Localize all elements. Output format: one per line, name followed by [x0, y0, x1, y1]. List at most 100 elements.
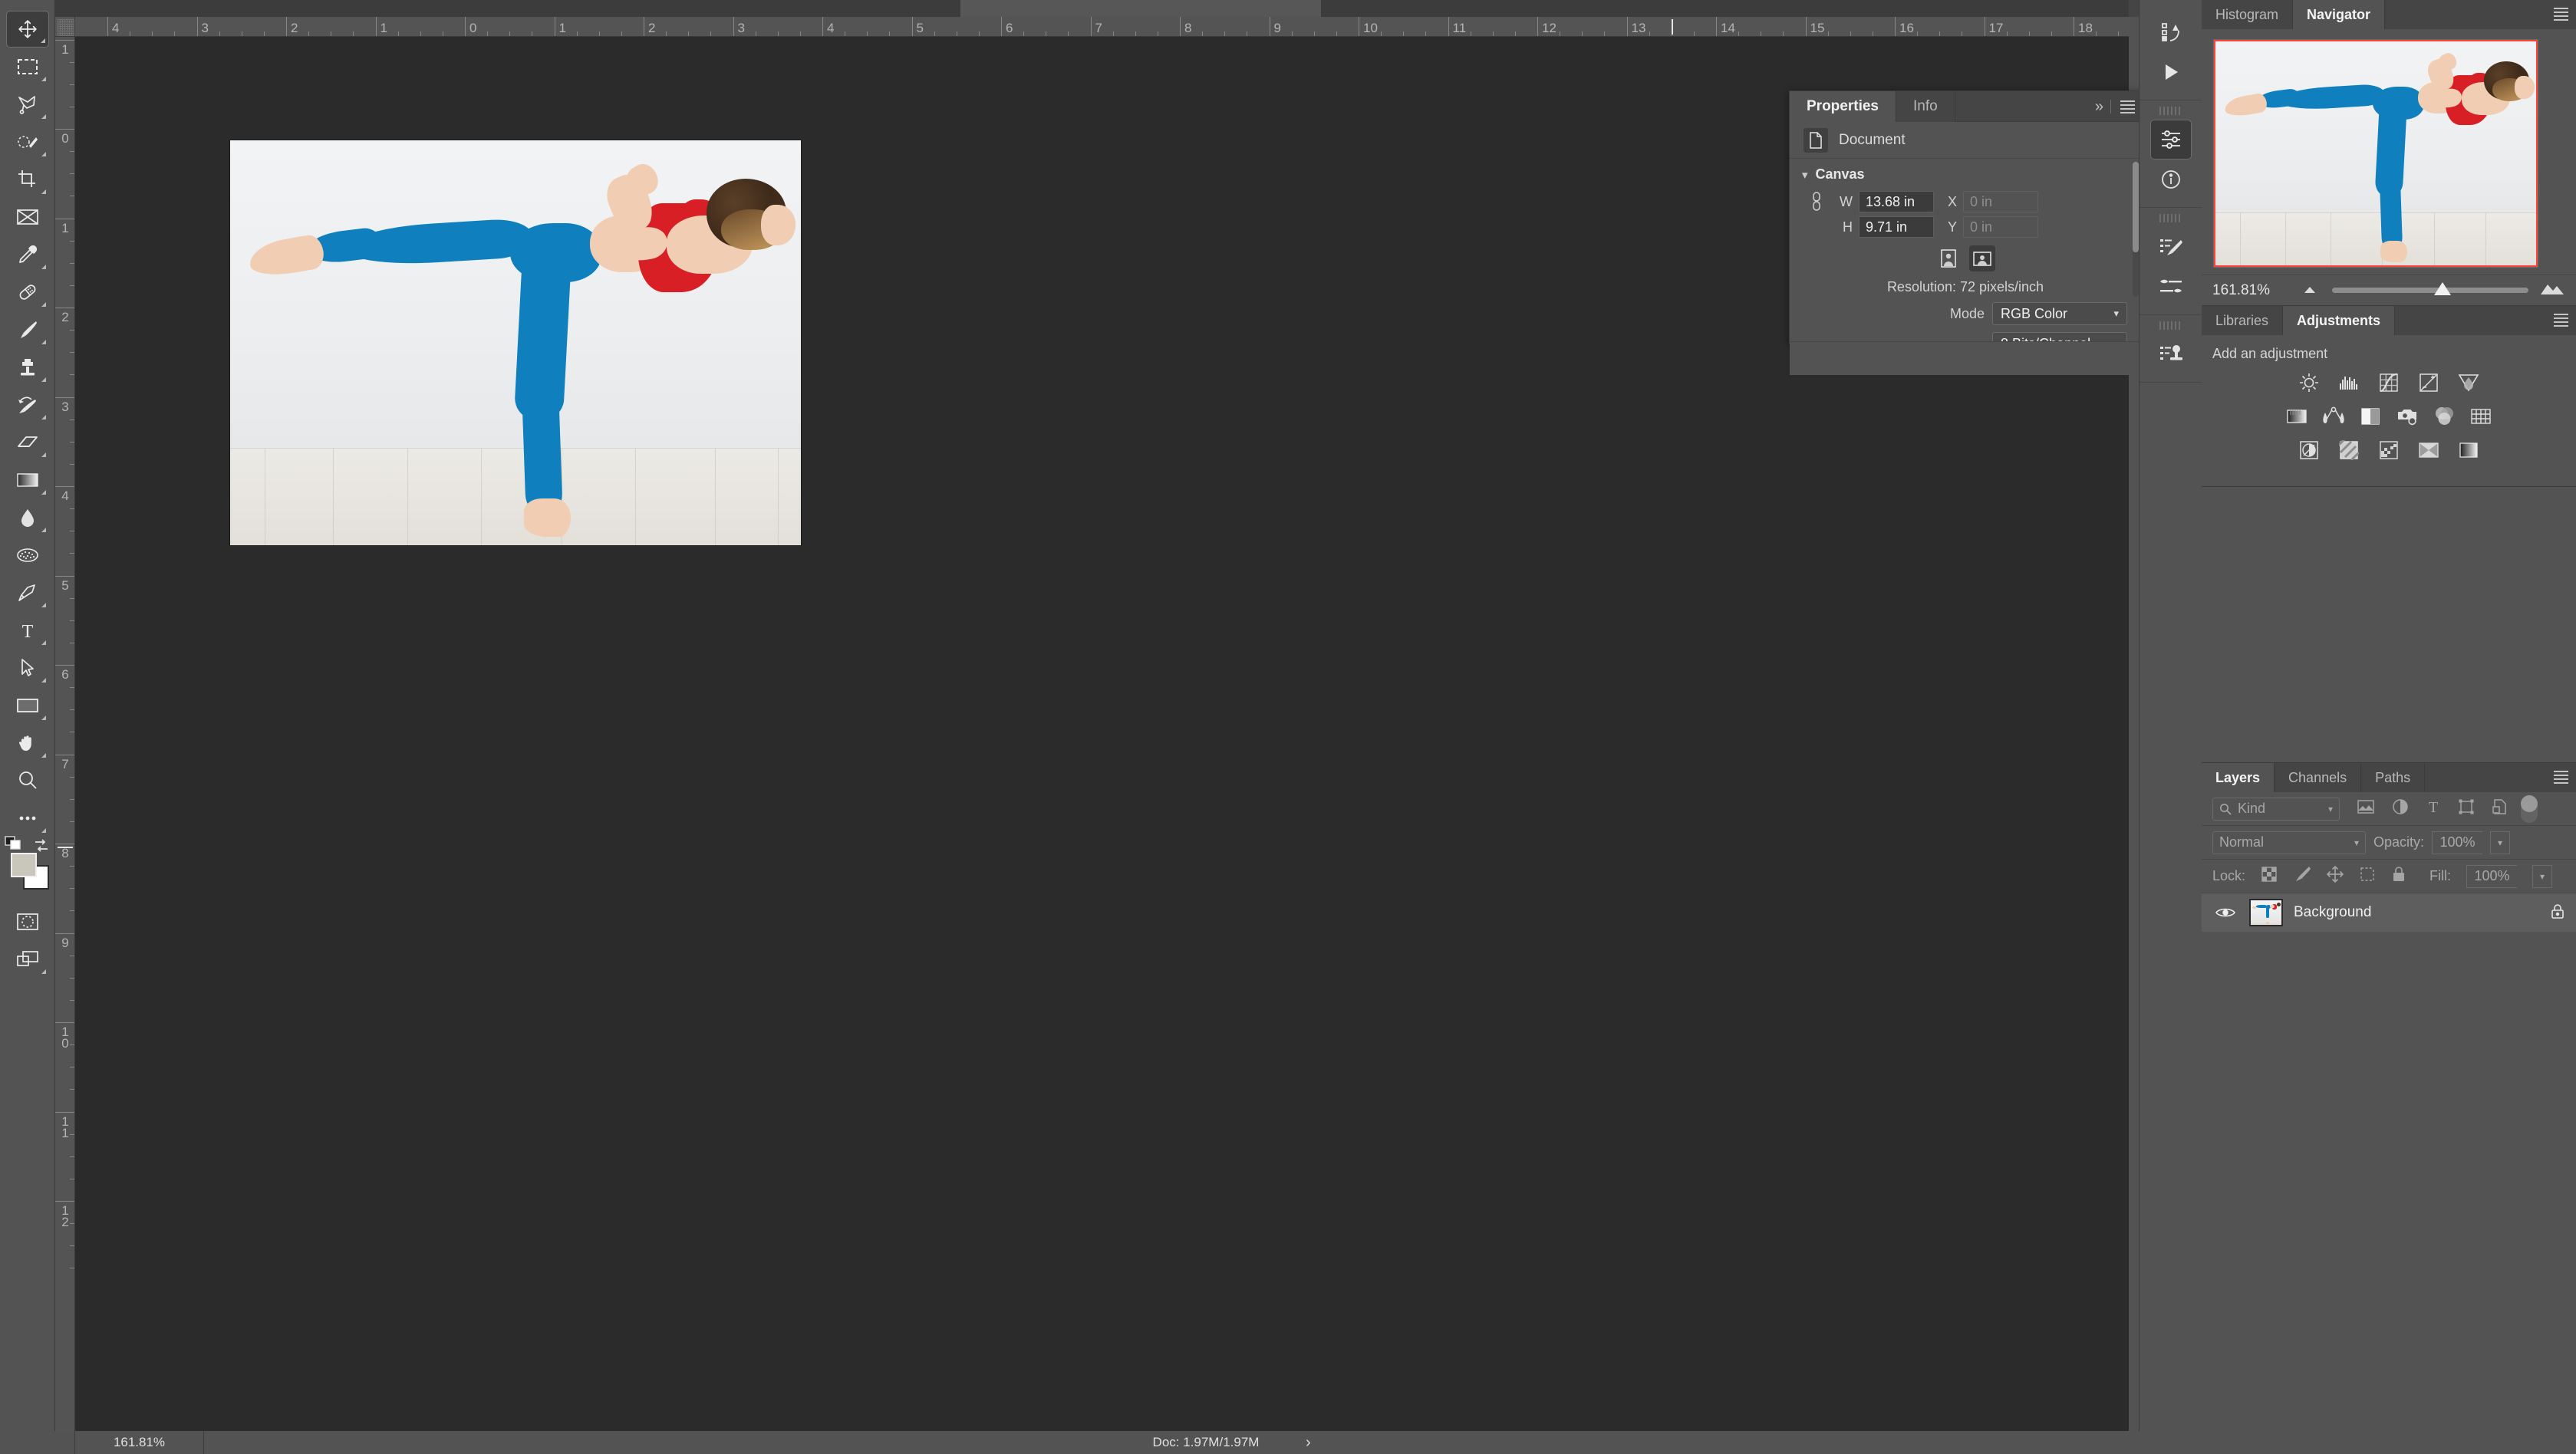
link-chain-icon[interactable]	[1804, 190, 1830, 213]
hamburger-menu-icon[interactable]	[2554, 314, 2568, 327]
ruler-guide-marker[interactable]	[58, 847, 73, 848]
tool-move-tool[interactable]	[5, 11, 49, 48]
curves-icon[interactable]	[2377, 371, 2400, 394]
tool-brush-tool[interactable]	[6, 311, 49, 348]
tool-rectangle-tool[interactable]	[6, 687, 49, 724]
opacity-value[interactable]: 100%	[2432, 831, 2483, 854]
filter-type-icon[interactable]: T	[2426, 798, 2441, 819]
black-white-icon[interactable]	[2359, 405, 2382, 428]
hamburger-menu-icon[interactable]	[2554, 8, 2568, 21]
rail-drag-grip[interactable]	[2159, 107, 2182, 115]
filter-adjustment-icon[interactable]	[2392, 798, 2409, 819]
chevron-right-icon[interactable]: ›	[1306, 1434, 1311, 1452]
foreground-color-swatch[interactable]	[10, 853, 37, 877]
info-circle-icon[interactable]	[2150, 160, 2192, 199]
vibrance-icon[interactable]	[2457, 371, 2480, 394]
gradient-map-icon[interactable]	[2457, 439, 2480, 462]
tool-edit-toolbar[interactable]	[6, 800, 49, 837]
lock-all-icon[interactable]	[2391, 866, 2406, 887]
color-lookup-icon[interactable]	[2469, 405, 2492, 428]
selective-color-icon[interactable]	[2417, 439, 2440, 462]
lock-transparent-pixels-icon[interactable]	[2261, 866, 2278, 887]
tool-eyedropper-tool[interactable]	[6, 236, 49, 273]
tool-gradient-tool[interactable]	[6, 462, 49, 498]
status-doc-info[interactable]: Doc: 1.97M/1.97M ›	[204, 1431, 2208, 1454]
document-tab[interactable]	[960, 0, 1321, 17]
tab-histogram[interactable]: Histogram	[2202, 0, 2294, 29]
properties-scrollbar[interactable]	[2133, 162, 2139, 297]
lock-position-icon[interactable]	[2327, 866, 2344, 887]
posterize-icon[interactable]	[2337, 439, 2360, 462]
status-zoom-value[interactable]: 161.81%	[75, 1431, 204, 1454]
landscape-icon[interactable]	[1969, 245, 1995, 271]
layer-filter-kind-select[interactable]: Kind ▾	[2212, 797, 2340, 821]
threshold-icon[interactable]	[2377, 439, 2400, 462]
document-canvas[interactable]	[230, 140, 801, 545]
filter-pixel-icon[interactable]	[2357, 799, 2375, 818]
zoom-slider-track[interactable]	[2332, 282, 2528, 295]
history-undo-icon[interactable]	[2150, 12, 2192, 52]
brush-presets-icon[interactable]	[2150, 227, 2192, 267]
filter-enable-toggle[interactable]	[2521, 794, 2538, 823]
tool-frame-tool[interactable]	[6, 199, 49, 235]
levels-icon[interactable]	[2337, 371, 2360, 394]
screen-mode-button[interactable]	[6, 941, 49, 978]
mode-select[interactable]: RGB Color ▾	[1992, 302, 2127, 325]
tab-channels[interactable]: Channels	[2275, 763, 2362, 792]
tool-crop-tool[interactable]	[6, 161, 49, 198]
tool-object-selection-tool[interactable]	[6, 123, 49, 160]
canvas-section-header[interactable]: ▾ Canvas	[1790, 159, 2141, 187]
tab-paths[interactable]: Paths	[2361, 763, 2426, 792]
exposure-icon[interactable]	[2417, 371, 2440, 394]
quick-mask-mode-button[interactable]	[6, 903, 49, 940]
channel-mixer-icon[interactable]	[2433, 405, 2456, 428]
hue-saturation-icon[interactable]	[2285, 405, 2308, 428]
navigator-thumbnail[interactable]	[2213, 39, 2538, 268]
tool-eraser-tool[interactable]	[6, 424, 49, 461]
opacity-slider-caret[interactable]: ▾	[2490, 831, 2511, 854]
hamburger-menu-icon[interactable]	[2120, 100, 2135, 113]
adjustments-sliders-icon[interactable]	[2149, 120, 2192, 160]
tool-horizontal-type-tool[interactable]: T	[6, 612, 49, 649]
tool-path-selection-tool[interactable]	[6, 650, 49, 686]
tool-rectangular-marquee-tool[interactable]	[6, 48, 49, 85]
canvas-width-input[interactable]: 13.68 in	[1859, 191, 1934, 212]
large-mountain-icon[interactable]	[2539, 281, 2565, 299]
lock-image-pixels-icon[interactable]	[2293, 866, 2311, 887]
clone-source-presets-icon[interactable]	[2150, 334, 2192, 374]
vertical-ruler[interactable]: 10123456789101112	[55, 37, 75, 1431]
tab-libraries[interactable]: Libraries	[2202, 306, 2284, 335]
navigator-zoom-slider[interactable]	[2301, 281, 2576, 299]
portrait-icon[interactable]	[1935, 245, 1962, 271]
brightness-contrast-icon[interactable]	[2298, 371, 2321, 394]
tab-adjustments[interactable]: Adjustments	[2283, 306, 2396, 335]
ruler-origin-corner[interactable]	[55, 17, 75, 37]
photo-filter-icon[interactable]	[2396, 405, 2419, 428]
layer-name[interactable]: Background	[2294, 904, 2539, 921]
tool-pen-tool[interactable]	[6, 574, 49, 611]
fill-slider-caret[interactable]: ▾	[2532, 864, 2553, 888]
layer-row-background[interactable]: Background	[2202, 893, 2576, 932]
filter-shape-icon[interactable]	[2458, 798, 2475, 819]
tab-layers[interactable]: Layers	[2202, 763, 2275, 792]
horizontal-ruler[interactable]: 4 3 2 1 0 1 2 3 4 5 6 7 8 9 10 11 12 13 14 15 16 17 18	[75, 17, 2129, 37]
tool-dodge-tool[interactable]	[6, 537, 49, 574]
canvas-y-input[interactable]: 0 in	[1963, 216, 2038, 238]
rail-drag-grip[interactable]	[2159, 214, 2182, 222]
rail-drag-grip[interactable]	[2159, 321, 2182, 330]
bit-depth-select[interactable]: 8 Bits/Channel ▾	[1992, 332, 2127, 341]
tool-history-brush-tool[interactable]	[6, 387, 49, 423]
layer-thumbnail[interactable]	[2249, 899, 2283, 926]
navigator-zoom-value[interactable]: 161.81%	[2202, 282, 2301, 299]
canvas-x-input[interactable]: 0 in	[1963, 191, 2038, 212]
hamburger-menu-icon[interactable]	[2554, 771, 2568, 784]
zoom-slider-knob[interactable]	[2434, 282, 2452, 295]
tool-hand-tool[interactable]	[6, 725, 49, 762]
color-balance-icon[interactable]	[2322, 405, 2345, 428]
tab-properties[interactable]: Properties	[1790, 91, 1896, 122]
play-actions-icon[interactable]	[2150, 52, 2192, 92]
tool-spot-healing-brush-tool[interactable]	[6, 274, 49, 311]
lock-artboard-nesting-icon[interactable]	[2359, 866, 2376, 887]
blend-mode-select[interactable]: Normal ▾	[2212, 831, 2366, 854]
ruler-guide-marker[interactable]	[1671, 19, 1673, 35]
